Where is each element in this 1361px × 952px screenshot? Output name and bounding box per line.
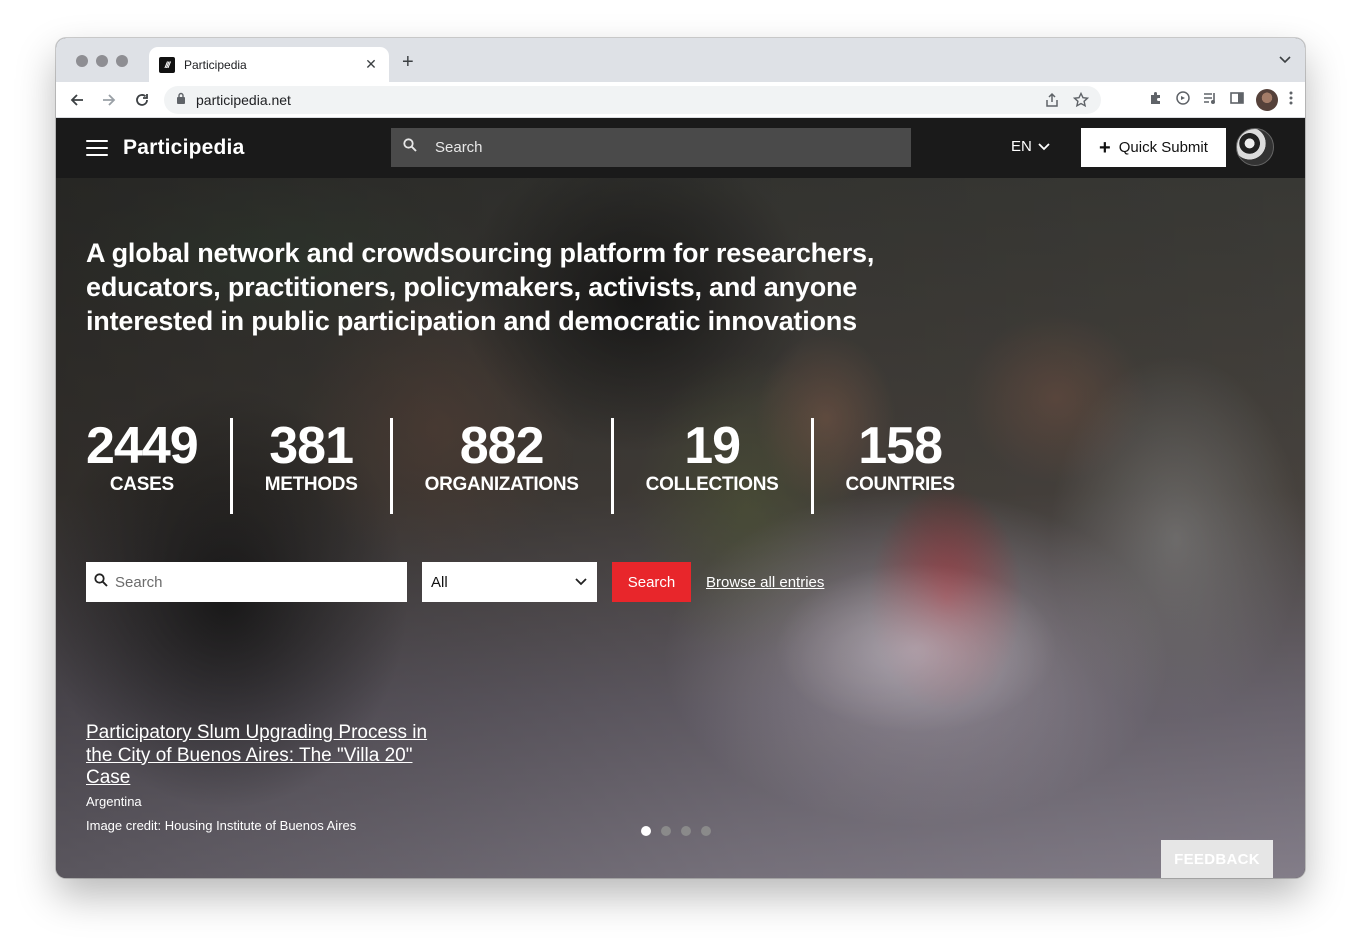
feedback-button[interactable]: FEEDBACK: [1161, 840, 1273, 878]
quick-submit-label: Quick Submit: [1118, 139, 1208, 156]
chevron-down-icon: [575, 573, 587, 591]
stat-collections[interactable]: 19 COLLECTIONS: [610, 417, 811, 514]
site-header: Participedia Search EN + Quick Submit: [56, 118, 1305, 178]
header-search-input[interactable]: Search: [391, 128, 911, 167]
hero-search-row: Search All Search Browse all entries: [86, 562, 824, 602]
hero-section: A global network and crowdsourcing platf…: [56, 178, 1305, 878]
stat-label: CASES: [109, 474, 174, 495]
window-maximize-control[interactable]: [116, 55, 128, 67]
tab-search-chevron-icon[interactable]: [1279, 53, 1291, 67]
stats-row: 2449 CASES 381 METHODS 882 ORGANIZATIONS…: [86, 418, 987, 514]
stat-organizations[interactable]: 882 ORGANIZATIONS: [389, 417, 611, 514]
search-icon: [403, 138, 417, 157]
participedia-favicon-icon: ///: [159, 56, 175, 73]
sync-extension-icon[interactable]: [1175, 90, 1191, 111]
featured-case-link[interactable]: Participatory Slum Upgrading Process in …: [86, 722, 436, 790]
extensions-puzzle-icon[interactable]: [1148, 90, 1164, 111]
stat-label: METHODS: [264, 474, 358, 495]
lock-icon: [176, 91, 186, 109]
more-menu-icon[interactable]: [1289, 91, 1293, 110]
hamburger-menu-icon[interactable]: [86, 140, 108, 156]
side-panel-icon[interactable]: [1229, 90, 1245, 111]
stat-value: 19: [684, 417, 741, 475]
browse-all-entries-link[interactable]: Browse all entries: [706, 574, 824, 591]
carousel-dot[interactable]: [661, 826, 671, 836]
forward-arrow-icon[interactable]: [98, 89, 120, 111]
tab-close-icon[interactable]: ✕: [363, 56, 379, 73]
search-button[interactable]: Search: [612, 562, 691, 602]
stat-label: COUNTRIES: [845, 474, 956, 495]
entry-type-value: All: [431, 573, 448, 591]
hero-search-input[interactable]: Search: [86, 562, 407, 602]
stat-label: COLLECTIONS: [645, 474, 779, 495]
url-text: participedia.net: [196, 92, 291, 108]
browser-window: /// Participedia ✕ + participedia.net Pa…: [56, 38, 1305, 878]
language-selector[interactable]: EN: [1011, 138, 1050, 155]
stat-value: 158: [858, 417, 943, 475]
window-minimize-control[interactable]: [96, 55, 108, 67]
image-credit: Image credit: Housing Institute of Bueno…: [86, 818, 357, 833]
entry-type-select[interactable]: All: [422, 562, 597, 602]
plus-icon: +: [1099, 136, 1111, 159]
browser-toolbar: participedia.net: [56, 82, 1305, 118]
stat-cases[interactable]: 2449 CASES: [86, 418, 230, 514]
search-icon: [94, 572, 108, 592]
chevron-down-icon: [1038, 138, 1050, 155]
carousel-dots: [641, 826, 711, 836]
reload-icon[interactable]: [131, 89, 153, 111]
stat-methods[interactable]: 381 METHODS: [229, 417, 390, 514]
quick-submit-button[interactable]: + Quick Submit: [1081, 128, 1226, 167]
new-tab-icon[interactable]: +: [402, 52, 414, 72]
back-arrow-icon[interactable]: [66, 89, 88, 111]
window-close-control[interactable]: [76, 55, 88, 67]
browser-profile-avatar[interactable]: [1256, 89, 1278, 111]
share-icon[interactable]: [1045, 92, 1059, 113]
user-avatar[interactable]: [1236, 128, 1274, 166]
tab-strip: /// Participedia ✕ +: [56, 38, 1305, 82]
stat-countries[interactable]: 158 COUNTRIES: [810, 417, 987, 514]
tab-title: Participedia: [184, 57, 247, 72]
address-bar[interactable]: participedia.net: [164, 86, 1101, 114]
stat-value: 381: [269, 417, 354, 475]
site-logo[interactable]: Participedia: [123, 136, 244, 160]
bookmark-star-icon[interactable]: [1072, 91, 1090, 113]
language-label: EN: [1011, 138, 1032, 155]
stat-label: ORGANIZATIONS: [424, 474, 579, 495]
hero-tagline: A global network and crowdsourcing platf…: [86, 238, 875, 336]
stat-value: 2449: [86, 417, 199, 475]
header-search-placeholder: Search: [435, 139, 483, 156]
carousel-dot[interactable]: [701, 826, 711, 836]
media-playlist-icon[interactable]: [1202, 90, 1218, 111]
carousel-dot[interactable]: [641, 826, 651, 836]
hero-search-placeholder: Search: [115, 573, 163, 591]
carousel-dot[interactable]: [681, 826, 691, 836]
browser-tab[interactable]: /// Participedia ✕: [149, 47, 389, 82]
stat-value: 882: [459, 417, 545, 475]
featured-case-country: Argentina: [86, 794, 142, 809]
